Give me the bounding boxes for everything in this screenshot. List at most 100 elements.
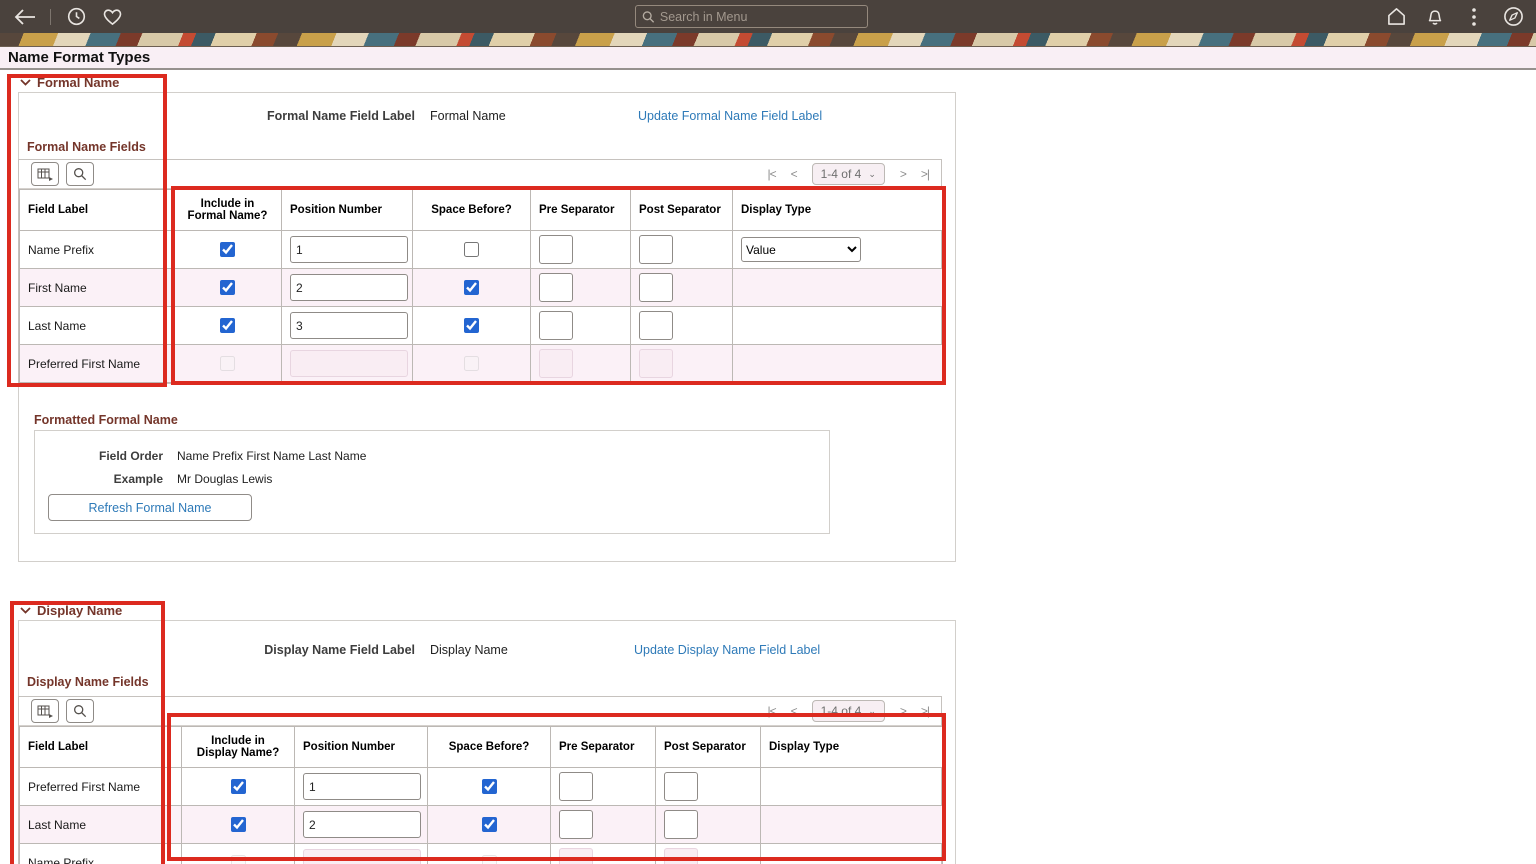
pre-separator-input[interactable] (559, 772, 593, 801)
chevron-down-icon (20, 79, 31, 86)
table-row: First Name (20, 269, 943, 307)
search-input[interactable] (660, 10, 861, 24)
row-range-dropdown[interactable]: 1-4 of 4 ⌄ (812, 700, 885, 722)
section-title: Formal Name (37, 75, 119, 90)
row-range-dropdown[interactable]: 1-4 of 4 ⌄ (812, 163, 885, 185)
post-separator-input[interactable] (639, 235, 673, 264)
display-name-section-toggle[interactable]: Display Name (20, 603, 122, 618)
pre-separator-input[interactable] (559, 810, 593, 839)
formatted-formal-name-box: Field Order Name Prefix First Name Last … (34, 430, 830, 534)
formal-name-table: Field Label Include in Formal Name? Posi… (19, 189, 943, 383)
formal-name-section-toggle[interactable]: Formal Name (20, 75, 119, 90)
include-checkbox[interactable] (220, 318, 235, 333)
search-icon (642, 10, 655, 24)
last-page-icon[interactable]: >| (921, 167, 929, 181)
display-type-cell (733, 269, 943, 307)
home-icon[interactable] (1385, 6, 1407, 28)
col-position: Position Number (295, 727, 428, 768)
pre-separator-input[interactable] (539, 235, 573, 264)
display-name-section: Display Name Field Label Display Name Up… (18, 620, 956, 864)
formal-name-grid: |< < 1-4 of 4 ⌄ > >| Field Label Include… (18, 159, 942, 384)
first-page-icon[interactable]: |< (767, 167, 775, 181)
field-order-value: Name Prefix First Name Last Name (177, 449, 366, 463)
table-row: Preferred First Name (20, 768, 943, 806)
grid-toolbar: |< < 1-4 of 4 ⌄ > >| (19, 697, 941, 726)
position-number-input[interactable] (290, 236, 408, 263)
post-separator-input[interactable] (639, 311, 673, 340)
prev-page-icon[interactable]: < (791, 167, 797, 181)
table-header-row: Field Label Include in Formal Name? Posi… (20, 190, 943, 231)
position-number-input (303, 849, 421, 864)
position-number-input[interactable] (290, 312, 408, 339)
favorites-heart-icon[interactable] (101, 6, 123, 28)
col-post-separator: Post Separator (656, 727, 761, 768)
page-title-bar: Name Format Types (0, 47, 1536, 70)
display-type-cell (761, 768, 943, 806)
grid-search-icon[interactable] (66, 699, 94, 723)
refresh-formal-name-button[interactable]: Refresh Formal Name (48, 494, 252, 521)
include-checkbox[interactable] (231, 779, 246, 794)
formatted-formal-name-title: Formatted Formal Name (34, 413, 178, 427)
top-bar (0, 0, 1536, 33)
grid-action-menu-icon[interactable] (31, 699, 59, 723)
display-grid-title: Display Name Fields (27, 675, 149, 689)
display-field-label-caption: Display Name Field Label (19, 643, 415, 657)
col-display-type: Display Type (761, 727, 943, 768)
post-separator-input[interactable] (664, 772, 698, 801)
grid-search-icon[interactable] (66, 162, 94, 186)
next-page-icon[interactable]: > (900, 167, 906, 181)
navbar-compass-icon[interactable] (1502, 6, 1524, 28)
col-include: Include in Display Name? (182, 727, 295, 768)
post-separator-input[interactable] (639, 273, 673, 302)
table-header-row: Field Label Include in Display Name? Pos… (20, 727, 943, 768)
space-before-checkbox[interactable] (464, 318, 479, 333)
table-row: Name PrefixValue (20, 231, 943, 269)
menu-search-box[interactable] (635, 5, 868, 28)
recents-clock-icon[interactable] (65, 6, 87, 28)
prev-page-icon[interactable]: < (791, 704, 797, 718)
space-before-checkbox[interactable] (464, 280, 479, 295)
space-before-checkbox[interactable] (464, 242, 479, 257)
grid-action-menu-icon[interactable] (31, 162, 59, 186)
pre-separator-input (559, 848, 593, 864)
next-page-icon[interactable]: > (900, 704, 906, 718)
col-include: Include in Formal Name? (174, 190, 282, 231)
field-label-cell: First Name (20, 269, 174, 307)
actions-kebab-icon[interactable] (1463, 6, 1485, 28)
update-formal-name-link[interactable]: Update Formal Name Field Label (638, 109, 822, 123)
col-field-label: Field Label (20, 727, 182, 768)
page-title: Name Format Types (8, 49, 150, 66)
col-field-label: Field Label (20, 190, 174, 231)
include-checkbox[interactable] (220, 280, 235, 295)
field-label-cell: Last Name (20, 307, 174, 345)
col-pre-separator: Pre Separator (531, 190, 631, 231)
chevron-down-icon (20, 607, 31, 614)
back-arrow-icon[interactable] (14, 6, 36, 28)
include-checkbox[interactable] (220, 242, 235, 257)
notifications-bell-icon[interactable] (1424, 6, 1446, 28)
pre-separator-input[interactable] (539, 273, 573, 302)
display-type-cell: Value (733, 231, 943, 269)
position-number-input[interactable] (303, 773, 421, 800)
display-type-select[interactable]: Value (741, 237, 861, 262)
grid-pager: |< < 1-4 of 4 ⌄ > >| (767, 163, 929, 185)
display-type-cell (761, 806, 943, 844)
post-separator-input[interactable] (664, 810, 698, 839)
display-name-table: Field Label Include in Display Name? Pos… (19, 726, 943, 864)
pre-separator-input[interactable] (539, 311, 573, 340)
space-before-checkbox[interactable] (482, 817, 497, 832)
first-page-icon[interactable]: |< (767, 704, 775, 718)
display-type-cell (761, 844, 943, 864)
display-name-grid: |< < 1-4 of 4 ⌄ > >| Field Label Include… (18, 696, 942, 864)
theme-banner (0, 33, 1536, 47)
row-range-label: 1-4 of 4 (821, 167, 862, 181)
grid-pager: |< < 1-4 of 4 ⌄ > >| (767, 700, 929, 722)
last-page-icon[interactable]: >| (921, 704, 929, 718)
position-number-input[interactable] (290, 274, 408, 301)
update-display-name-link[interactable]: Update Display Name Field Label (634, 643, 820, 657)
formal-name-section: Formal Name Field Label Formal Name Upda… (18, 92, 956, 562)
include-checkbox[interactable] (231, 817, 246, 832)
formal-grid-title: Formal Name Fields (27, 140, 146, 154)
position-number-input[interactable] (303, 811, 421, 838)
space-before-checkbox[interactable] (482, 779, 497, 794)
